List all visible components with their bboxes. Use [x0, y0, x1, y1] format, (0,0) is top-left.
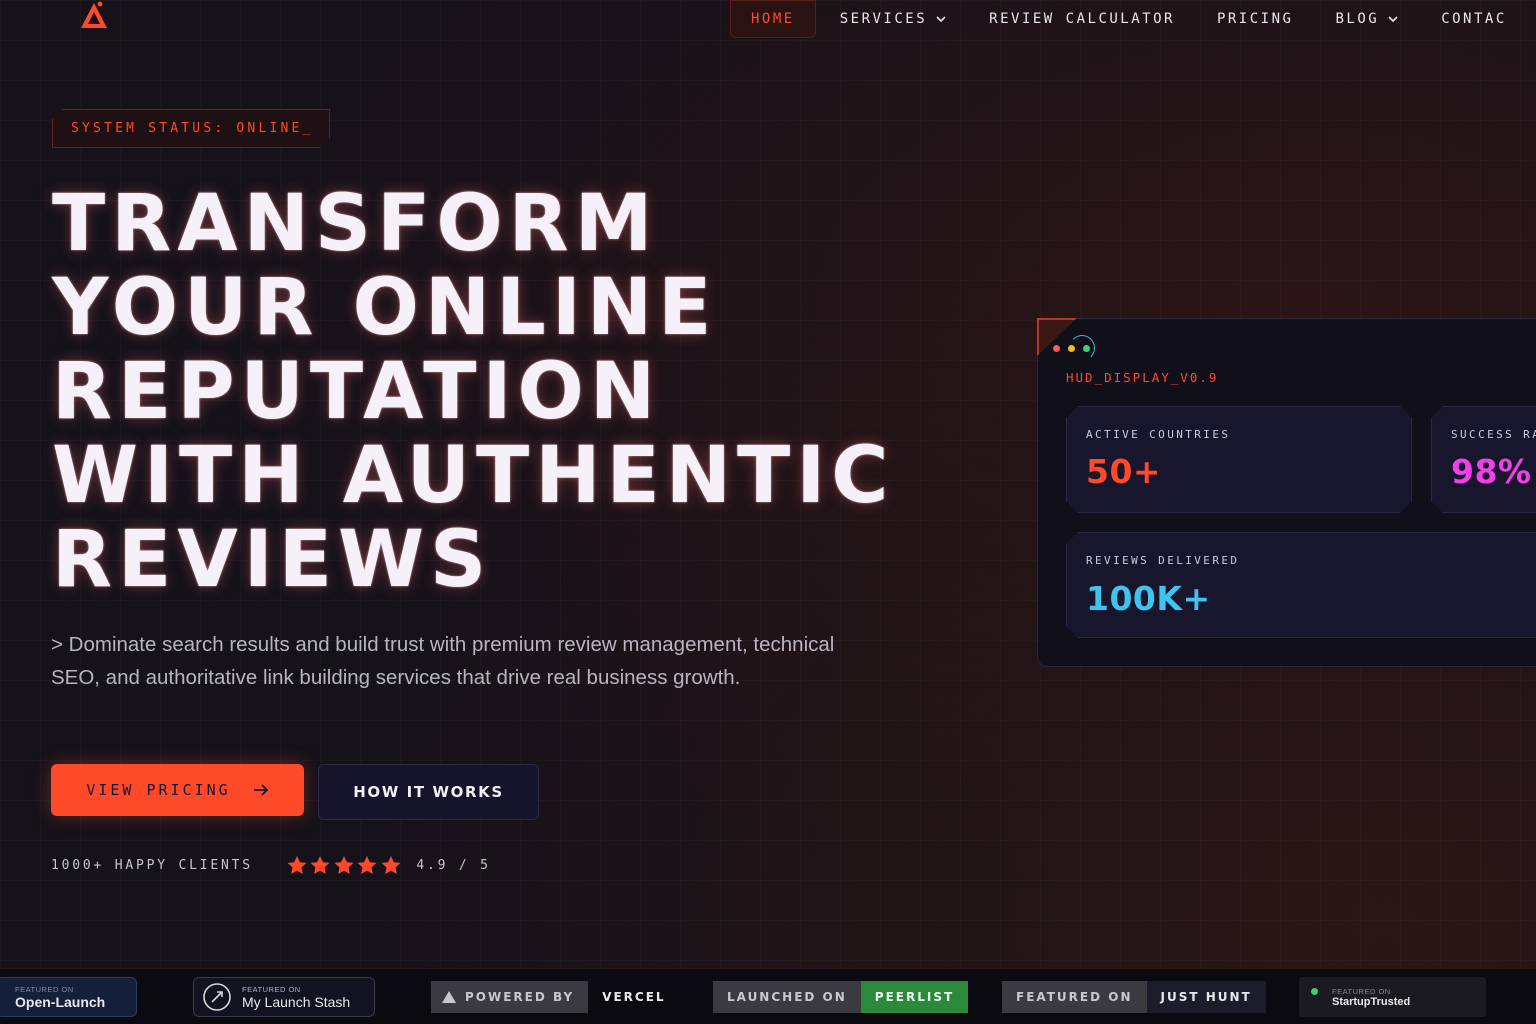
badge-right-label: PEERLIST: [874, 990, 955, 1004]
hud-label: HUD_DISPLAY_V0.9: [1066, 370, 1219, 385]
headline-line: YOUR ONLINE: [52, 263, 718, 353]
system-status-text: SYSTEM STATUS: ONLINE_: [71, 121, 314, 136]
vercel-badge[interactable]: POWERED BY VERCEL: [431, 977, 680, 1017]
status-dot-icon: [1311, 987, 1318, 995]
startup-trusted-badge[interactable]: FEATURED ON StartupTrusted: [1299, 977, 1486, 1017]
how-it-works-label: HOW IT WORKS: [353, 783, 504, 801]
rating-text: 4.9 / 5: [416, 858, 491, 873]
headline-line: TRANSFORM: [52, 179, 659, 269]
how-it-works-button[interactable]: HOW IT WORKS: [318, 764, 539, 820]
chevron-down-icon: [1388, 16, 1398, 23]
stat-card-reviews-delivered: REVIEWS DELIVERED 100K+: [1066, 532, 1536, 638]
rating-stars: [287, 856, 405, 875]
stat-card-active-countries: ACTIVE COUNTRIES 50+: [1066, 406, 1412, 513]
star-icon: [334, 856, 354, 874]
headline-line: REVIEWS: [52, 515, 493, 605]
view-pricing-label: VIEW PRICING: [86, 781, 231, 799]
happy-clients-text: 1000+ HAPPY CLIENTS: [51, 858, 253, 873]
stat-value: 98%: [1451, 452, 1532, 491]
star-icon: [310, 856, 330, 874]
badge-name: Open-Launch: [15, 993, 106, 1010]
hero-headline: TRANSFORM YOUR ONLINE REPUTATION WITH AU…: [52, 182, 992, 602]
social-proof: 1000+ HAPPY CLIENTS 4.9 / 5: [51, 856, 491, 875]
headline-line: WITH AUTHENTIC: [52, 431, 895, 521]
nav-pricing[interactable]: PRICING: [1217, 11, 1294, 27]
hero-subtext: > Dominate search results and build trus…: [51, 633, 835, 689]
badge-small-label: FEATURED ON: [15, 984, 74, 994]
brand-logo-icon[interactable]: [78, 0, 110, 30]
badge-right-label: JUST HUNT: [1160, 990, 1252, 1004]
nav-blog-label: BLOG: [1335, 11, 1380, 27]
badge-right-label: VERCEL: [602, 990, 666, 1004]
nav-blog[interactable]: BLOG: [1335, 11, 1399, 27]
rocket-icon: [203, 983, 231, 1011]
nav-home[interactable]: HOME: [730, 0, 816, 38]
badge-left-label: FEATURED ON: [1016, 990, 1133, 1004]
nav-services[interactable]: SERVICES: [840, 11, 947, 27]
main-nav: HOME SERVICES REVIEW CALCULATOR PRICING …: [730, 0, 1536, 38]
star-icon: [287, 856, 307, 874]
system-status-badge: SYSTEM STATUS: ONLINE_: [52, 109, 330, 148]
nav-review-calculator[interactable]: REVIEW CALCULATOR: [989, 11, 1175, 27]
hud-ring-icon: [1069, 335, 1095, 361]
chevron-down-icon: [936, 16, 946, 23]
badge-small-label: FEATURED ON: [242, 984, 301, 994]
nav-home-label: HOME: [751, 11, 795, 27]
badge-small-label: FEATURED ON: [1332, 986, 1391, 996]
nav-services-label: SERVICES: [839, 11, 928, 27]
hud-display-panel: HUD_DISPLAY_V0.9 ACTIVE COUNTRIES 50+ SU…: [1037, 318, 1536, 667]
badge-name: My Launch Stash: [242, 993, 351, 1010]
star-icon: [357, 856, 377, 874]
arrow-right-icon: [253, 784, 268, 796]
open-launch-badge[interactable]: FEATURED ON Open-Launch: [0, 977, 137, 1017]
stat-label: SUCCESS RA: [1451, 428, 1536, 441]
stat-value: 50+: [1086, 452, 1162, 491]
badge-left-label: POWERED BY: [465, 990, 575, 1004]
nav-contact-label: CONTAC: [1441, 11, 1507, 27]
nav-contact[interactable]: CONTAC: [1441, 11, 1507, 27]
view-pricing-button[interactable]: VIEW PRICING: [51, 764, 304, 816]
featured-badges-bar: FEATURED ON Open-Launch FEATURED ON My L…: [0, 968, 1536, 1024]
star-icon: [381, 856, 401, 874]
badge-left-label: LAUNCHED ON: [727, 990, 847, 1004]
nav-pricing-label: PRICING: [1216, 11, 1294, 27]
stat-value: 100K+: [1086, 579, 1211, 618]
stat-card-success-rate: SUCCESS RA 98%: [1431, 406, 1536, 513]
stat-label: ACTIVE COUNTRIES: [1086, 428, 1231, 441]
red-dot-icon: [1053, 345, 1060, 352]
just-hunt-badge[interactable]: FEATURED ON JUST HUNT: [1002, 977, 1266, 1017]
triangle-icon: [442, 991, 456, 1003]
badge-name: StartupTrusted: [1332, 995, 1411, 1008]
my-launch-stash-badge[interactable]: FEATURED ON My Launch Stash: [193, 977, 375, 1017]
headline-line: REPUTATION: [52, 347, 662, 437]
nav-review-calculator-label: REVIEW CALCULATOR: [989, 11, 1175, 27]
stat-label: REVIEWS DELIVERED: [1086, 554, 1240, 567]
peerlist-badge[interactable]: LAUNCHED ON PEERLIST: [713, 977, 969, 1017]
